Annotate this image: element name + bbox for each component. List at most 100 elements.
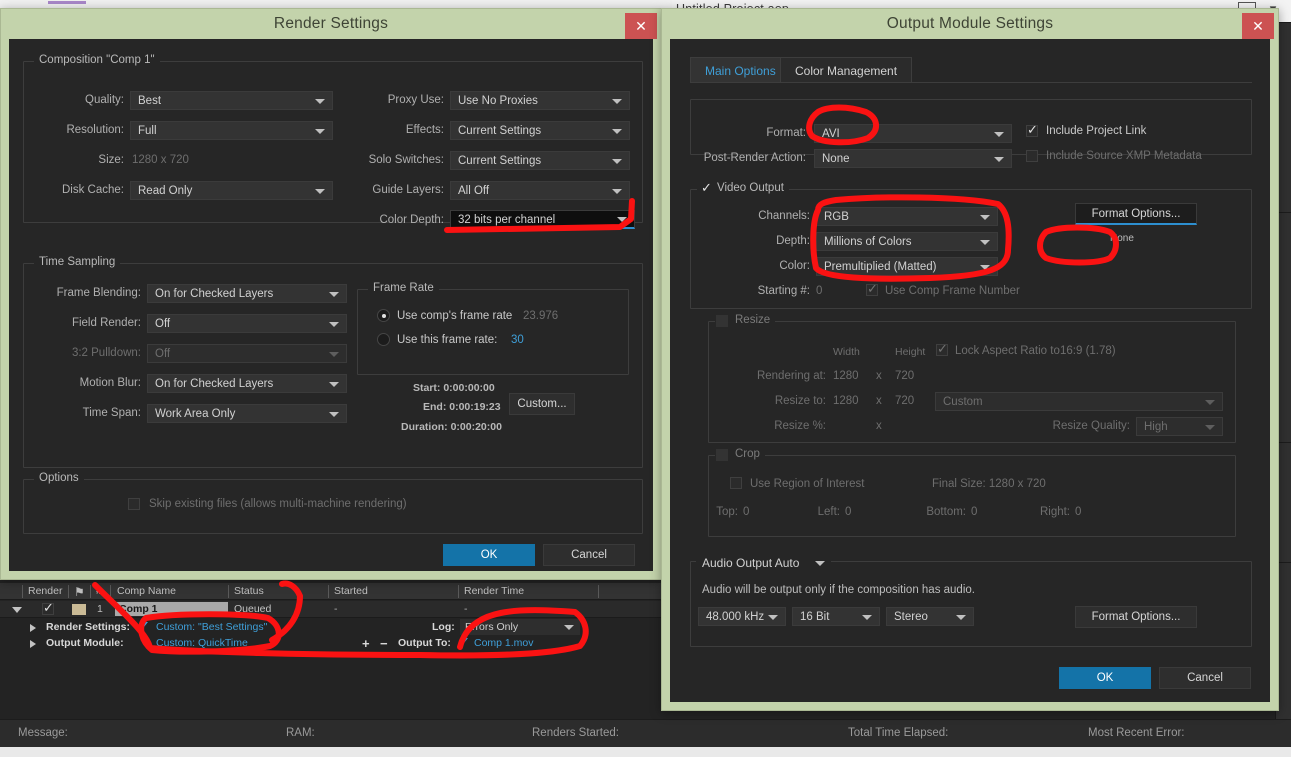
motion-blur-dropdown[interactable]: On for Checked Layers [147,374,347,393]
render-settings-ok-button[interactable]: OK [443,544,535,566]
frame-rate-group-label: Frame Rate [368,282,439,294]
row-color-label-swatch[interactable] [72,604,86,615]
row-render-checkbox[interactable] [42,600,54,616]
tab-color-management[interactable]: Color Management [780,57,913,83]
output-module-ok-button[interactable]: OK [1059,667,1151,689]
accent-strip [48,1,86,4]
lock-aspect-ratio-checkbox[interactable] [936,341,948,357]
column-header-comp-name[interactable]: Comp Name [117,585,176,597]
composition-group-label: Composition "Comp 1" [34,54,160,66]
render-settings-cancel-button[interactable]: Cancel [543,544,635,566]
output-module-expand-icon[interactable] [30,640,36,648]
channels-label: Channels: [758,210,810,222]
include-project-link-checkbox[interactable] [1026,122,1038,138]
time-span-dropdown[interactable]: Work Area Only [147,404,347,423]
duration-label: Duration: 0:00:20:00 [401,421,502,433]
chevron-down-icon [612,128,622,134]
frame-blending-dropdown[interactable]: On for Checked Layers [147,284,347,303]
crop-left-value[interactable]: 0 [845,506,851,518]
color-value: Premultiplied (Matted) [824,261,937,273]
resolution-label: Resolution: [66,124,124,136]
output-module-value[interactable]: Custom: QuickTime [156,637,248,649]
pulldown-label: 3:2 Pulldown: [71,347,141,359]
resize-quality-dropdown[interactable]: High [1136,417,1223,436]
quality-dropdown[interactable]: Best [130,91,333,110]
channels-dropdown[interactable]: RGB [816,207,998,226]
lock-aspect-ratio-value: 16:9 (1.78) [1060,345,1116,357]
disk-cache-value: Read Only [138,185,193,197]
row-comp-name[interactable]: Comp 1 [119,603,158,615]
status-message: Message: [18,727,68,739]
audio-bit-depth-dropdown[interactable]: 16 Bit [792,607,880,626]
motion-blur-value: On for Checked Layers [155,378,274,390]
size-label: Size: [98,154,124,166]
render-settings-preset-arrow-icon[interactable] [140,622,148,627]
render-queue-row[interactable]: 1 Comp 1 Queued - - [0,600,672,618]
output-to-value[interactable]: Comp 1.mov [474,637,534,649]
column-header-render[interactable]: Render [28,585,62,597]
custom-frame-rate-value[interactable]: 30 [511,334,524,346]
depth-dropdown[interactable]: Millions of Colors [816,232,998,251]
log-value[interactable]: Errors Only [465,621,518,633]
crop-right-label: Right: [1039,506,1070,518]
log-dropdown-arrow-icon[interactable] [564,625,574,630]
post-render-action-dropdown[interactable]: None [814,149,1012,168]
chevron-down-icon [814,561,825,567]
column-header-status[interactable]: Status [234,585,264,597]
crop-bottom-value[interactable]: 0 [971,506,977,518]
audio-channels-dropdown[interactable]: Stereo [886,607,974,626]
resize-preset-dropdown[interactable]: Custom [935,392,1223,411]
color-dropdown[interactable]: Premultiplied (Matted) [816,257,998,276]
close-icon[interactable]: ✕ [1242,13,1274,39]
resize-to-width[interactable]: 1280 [833,395,859,407]
custom-time-span-button[interactable]: Custom... [509,393,575,415]
chevron-down-icon [1205,399,1215,405]
format-dropdown[interactable]: AVI [814,124,1012,143]
crop-top-value[interactable]: 0 [743,506,749,518]
proxy-use-dropdown[interactable]: Use No Proxies [450,91,630,110]
resize-checkbox[interactable] [716,315,728,327]
remove-output-module-button[interactable]: − [380,636,388,651]
color-depth-dropdown[interactable]: 32 bits per channel [450,210,635,229]
include-xmp-metadata-checkbox[interactable] [1026,150,1038,162]
use-comp-frame-number-checkbox [866,281,878,297]
crop-checkbox[interactable] [716,449,728,461]
crop-bottom-label: Bottom: [926,506,966,518]
size-value: 1280 x 720 [132,154,189,166]
column-header-render-time[interactable]: Render Time [464,585,524,597]
resize-percent-label: Resize %: [774,420,826,432]
render-settings-value[interactable]: Custom: "Best Settings" [156,621,267,633]
crop-right-value[interactable]: 0 [1075,506,1081,518]
audio-format-options-button[interactable]: Format Options... [1075,606,1197,628]
use-region-of-interest-checkbox[interactable] [730,477,742,489]
close-icon[interactable]: ✕ [625,13,657,39]
use-this-frame-rate-radio[interactable] [377,333,390,346]
time-span-label: Time Span: [82,407,141,419]
row-expand-triangle-icon[interactable] [12,607,22,613]
column-header-index[interactable]: # [96,585,102,597]
output-to-arrow-icon[interactable] [460,638,468,643]
label-icon[interactable]: ⚑ [74,585,85,599]
video-format-options-button[interactable]: Format Options... [1075,203,1197,225]
audio-sample-rate-dropdown[interactable]: 48.000 kHz [698,607,786,626]
render-settings-expand-icon[interactable] [30,624,36,632]
video-output-checkbox[interactable] [700,180,712,196]
use-comp-frame-rate-radio[interactable] [377,309,390,322]
effects-dropdown[interactable]: Current Settings [450,121,630,140]
effects-value: Current Settings [458,125,542,137]
log-label: Log: [432,621,455,633]
solo-switches-dropdown[interactable]: Current Settings [450,151,630,170]
output-module-cancel-button[interactable]: Cancel [1159,667,1251,689]
guide-layers-dropdown[interactable]: All Off [450,181,630,200]
audio-output-mode-dropdown[interactable]: Audio Output Auto [696,553,831,573]
starting-number-value[interactable]: 0 [816,285,822,297]
field-render-dropdown[interactable]: Off [147,314,347,333]
output-module-preset-arrow-icon[interactable] [140,638,148,643]
render-queue-panel: Render ⚑ # Comp Name Status Started Rend… [0,583,672,659]
resolution-dropdown[interactable]: Full [130,121,333,140]
resize-to-height[interactable]: 720 [895,395,914,407]
add-output-module-button[interactable]: + [362,636,370,651]
tab-main-options[interactable]: Main Options [690,57,791,83]
column-header-started[interactable]: Started [334,585,368,597]
disk-cache-dropdown[interactable]: Read Only [130,181,333,200]
